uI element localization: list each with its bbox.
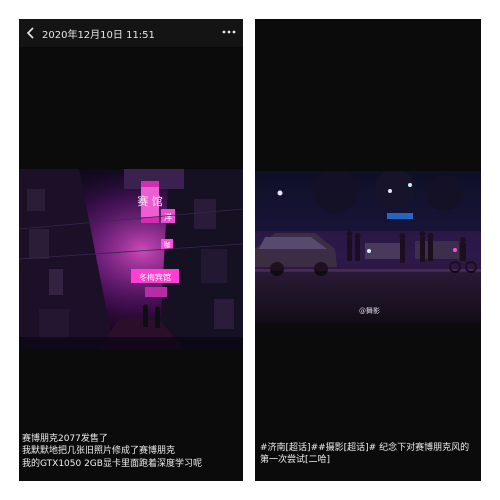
caption-line: 我的GTX1050 2GB显卡里面跑着深度学习呢	[22, 458, 202, 469]
right-post-panel: @舞影 #济南[超话]##摄影[超话]# 纪念下对赛博朋克风的 第一次尝试[二哈…	[255, 19, 481, 481]
more-dots-icon	[222, 30, 236, 34]
photo-sign-side-a: 洋	[164, 212, 172, 222]
photo-sign-main: 赛 馆	[137, 194, 163, 208]
cyberpunk-alley-photo[interactable]: 赛 馆 洋 咖 冬梅宾馆	[19, 169, 243, 349]
caption-line: #济南[超话]##摄影[超话]# 纪念下对赛博朋克风的	[260, 443, 470, 453]
left-post-panel: 2020年12月10日 11:51 赛 馆 洋 咖 冬梅宾馆 赛博朋克2077发…	[19, 19, 243, 481]
alley-photo-image: 赛 馆 洋 咖 冬梅宾馆	[19, 169, 243, 349]
back-button[interactable]	[24, 25, 38, 41]
photo-sign-lower: 冬梅宾馆	[139, 272, 171, 282]
photo-sign-side-b: 咖	[164, 240, 171, 249]
post-timestamp: 2020年12月10日 11:51	[42, 30, 155, 41]
chevron-left-icon	[26, 27, 34, 39]
caption-line: 第一次尝试[二哈]	[260, 455, 331, 466]
street-photo-image: @舞影	[255, 171, 481, 323]
more-button[interactable]	[221, 25, 237, 39]
caption-line: 我默默地把几张旧照片修成了赛博朋克	[22, 446, 176, 457]
caption-line: 赛博朋克2077发售了	[22, 434, 108, 444]
photo-watermark: @舞影	[359, 306, 380, 315]
left-post-caption: 赛博朋克2077发售了 我默默地把几张旧照片修成了赛博朋克 我的GTX1050 …	[22, 433, 202, 470]
top-bar: 2020年12月10日 11:51	[19, 19, 243, 47]
right-post-caption: #济南[超话]##摄影[超话]# 纪念下对赛博朋克风的 第一次尝试[二哈]	[260, 442, 469, 467]
cyberpunk-street-photo[interactable]: @舞影	[255, 171, 481, 323]
